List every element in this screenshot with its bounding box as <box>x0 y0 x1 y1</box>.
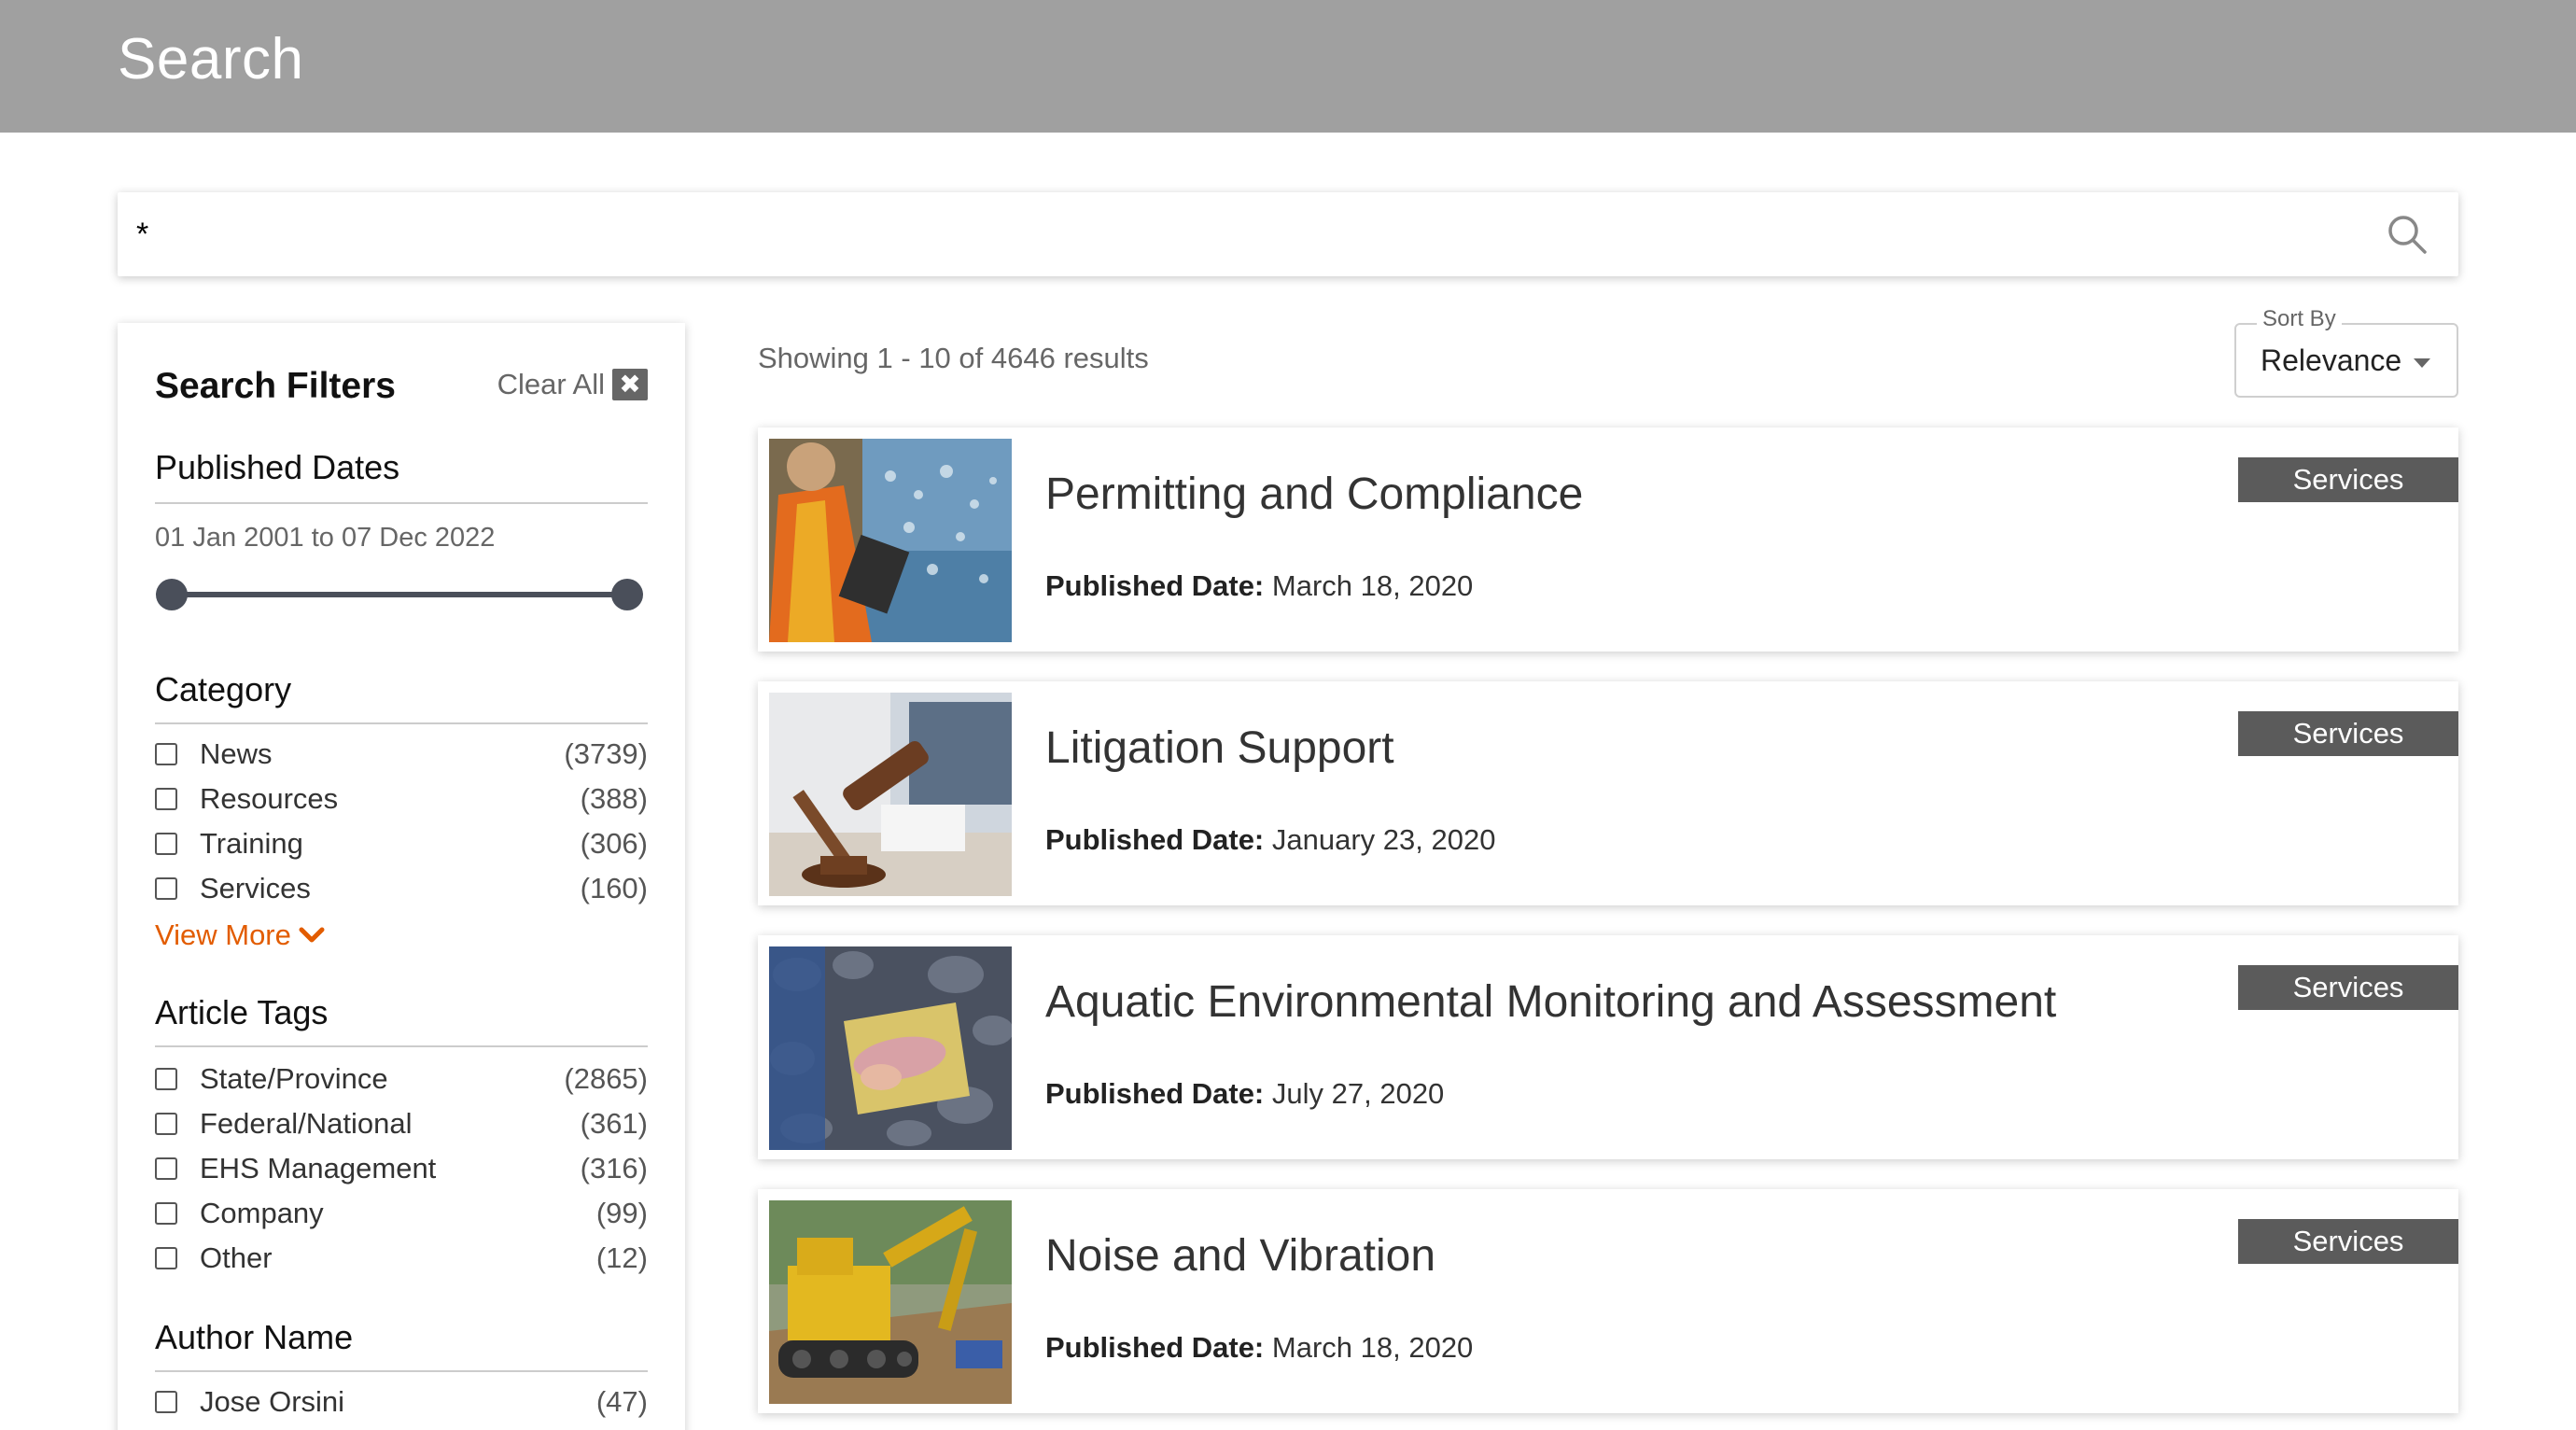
published-date-label: Published Date: <box>1045 1331 1265 1364</box>
published-dates-title: Published Dates <box>155 448 400 486</box>
filter-label: EHS Management <box>200 1152 437 1185</box>
sort-by-label: Sort By <box>2257 306 2342 332</box>
filter-category-training[interactable]: Training (306) <box>155 825 648 862</box>
category-badge: Services <box>2238 711 2458 756</box>
published-date-label: Published Date: <box>1045 569 1265 602</box>
divider <box>155 1045 648 1047</box>
sort-by-value: Relevance <box>2261 343 2402 377</box>
date-range-text: 01 Jan 2001 to 07 Dec 2022 <box>155 523 496 553</box>
divider <box>155 722 648 724</box>
result-date: Published Date: January 23, 2020 <box>1045 823 1495 857</box>
checkbox[interactable] <box>155 833 177 855</box>
filter-count: (3739) <box>564 737 648 770</box>
filter-count: (2865) <box>564 1062 648 1095</box>
filter-author-jose-orsini[interactable]: Jose Orsini (47) <box>155 1383 648 1421</box>
result-thumbnail[interactable] <box>769 693 1012 896</box>
filter-count: (47) <box>595 1385 648 1418</box>
published-date-value: March 18, 2020 <box>1271 1331 1474 1364</box>
category-badge: Services <box>2238 965 2458 1010</box>
checkbox[interactable] <box>155 1113 177 1135</box>
filter-label: News <box>200 737 273 770</box>
result-card[interactable]: Aquatic Environmental Monitoring and Ass… <box>758 935 2458 1159</box>
clear-all-button[interactable]: Clear All ✖ <box>497 368 648 401</box>
filter-count: (160) <box>580 872 648 904</box>
filter-category-services[interactable]: Services (160) <box>155 870 648 907</box>
result-date: Published Date: March 18, 2020 <box>1045 1331 1473 1365</box>
author-name-title: Author Name <box>155 1318 354 1356</box>
filters-title: Search Filters <box>155 366 396 406</box>
filter-tag-other[interactable]: Other (12) <box>155 1240 648 1277</box>
caret-down-icon <box>2414 358 2430 368</box>
chevron-down-icon <box>299 927 325 943</box>
checkbox[interactable] <box>155 877 177 900</box>
result-card[interactable]: Noise and Vibration Published Date: Marc… <box>758 1189 2458 1413</box>
result-card[interactable]: Permitting and Compliance Published Date… <box>758 428 2458 652</box>
divider <box>155 1370 648 1372</box>
view-more-label: View More <box>155 918 291 951</box>
result-thumbnail[interactable] <box>769 946 1012 1150</box>
search-filters-panel: Search Filters Clear All ✖ Published Dat… <box>118 323 685 1430</box>
published-date-value: July 27, 2020 <box>1271 1077 1445 1110</box>
page-header: Search <box>0 0 2576 133</box>
result-title[interactable]: Noise and Vibration <box>1045 1230 1435 1282</box>
published-date-label: Published Date: <box>1045 1077 1265 1110</box>
filter-label: Federal/National <box>200 1107 413 1140</box>
date-slider-track[interactable] <box>172 592 627 597</box>
filter-label: Resources <box>200 782 339 815</box>
checkbox[interactable] <box>155 1391 177 1413</box>
filter-tag-federal-national[interactable]: Federal/National (361) <box>155 1105 648 1143</box>
filter-label: Company <box>200 1197 324 1229</box>
result-thumbnail[interactable] <box>769 1200 1012 1404</box>
filter-label: Other <box>200 1241 273 1274</box>
filter-tag-state-province[interactable]: State/Province (2865) <box>155 1060 648 1098</box>
results-summary: Showing 1 - 10 of 4646 results <box>758 342 1149 374</box>
result-title[interactable]: Litigation Support <box>1045 722 1394 774</box>
filter-count: (99) <box>595 1197 648 1229</box>
checkbox[interactable] <box>155 743 177 765</box>
result-date: Published Date: March 18, 2020 <box>1045 569 1473 603</box>
filter-count: (316) <box>580 1152 648 1185</box>
article-tags-title: Article Tags <box>155 993 329 1031</box>
divider <box>155 502 648 504</box>
date-slider-end-handle[interactable] <box>611 579 643 610</box>
sort-by-select[interactable]: Sort By Relevance <box>2234 306 2458 398</box>
filter-count: (361) <box>580 1107 648 1140</box>
filter-label: Services <box>200 872 311 904</box>
published-date-label: Published Date: <box>1045 823 1265 856</box>
filter-count: (388) <box>580 782 648 815</box>
published-date-value: January 23, 2020 <box>1271 823 1496 856</box>
result-title[interactable]: Permitting and Compliance <box>1045 469 1583 520</box>
checkbox[interactable] <box>155 1157 177 1180</box>
checkbox[interactable] <box>155 788 177 810</box>
filter-label: State/Province <box>200 1062 388 1095</box>
page-title: Search <box>118 27 304 91</box>
filter-tag-ehs-management[interactable]: EHS Management (316) <box>155 1150 648 1187</box>
checkbox[interactable] <box>155 1247 177 1269</box>
view-more-link[interactable]: View More <box>155 918 325 952</box>
published-date-value: March 18, 2020 <box>1271 569 1474 602</box>
category-badge: Services <box>2238 1219 2458 1264</box>
result-card[interactable]: Litigation Support Published Date: Janua… <box>758 681 2458 905</box>
filter-tag-company[interactable]: Company (99) <box>155 1195 648 1232</box>
filter-label: Jose Orsini <box>200 1385 345 1418</box>
category-title: Category <box>155 670 292 708</box>
category-badge: Services <box>2238 457 2458 502</box>
filter-category-news[interactable]: News (3739) <box>155 736 648 773</box>
search-input[interactable] <box>136 192 2358 276</box>
filter-count: (12) <box>595 1241 648 1274</box>
checkbox[interactable] <box>155 1068 177 1090</box>
result-date: Published Date: July 27, 2020 <box>1045 1077 1444 1111</box>
search-icon[interactable] <box>2384 211 2430 258</box>
date-slider-start-handle[interactable] <box>156 579 188 610</box>
clear-all-label: Clear All <box>497 368 605 400</box>
filter-category-resources[interactable]: Resources (388) <box>155 780 648 818</box>
filter-label: Training <box>200 827 303 860</box>
filter-count: (306) <box>580 827 648 860</box>
close-icon: ✖ <box>612 369 648 400</box>
result-title[interactable]: Aquatic Environmental Monitoring and Ass… <box>1045 976 2056 1028</box>
search-bar <box>118 192 2458 276</box>
result-thumbnail[interactable] <box>769 439 1012 642</box>
checkbox[interactable] <box>155 1202 177 1225</box>
